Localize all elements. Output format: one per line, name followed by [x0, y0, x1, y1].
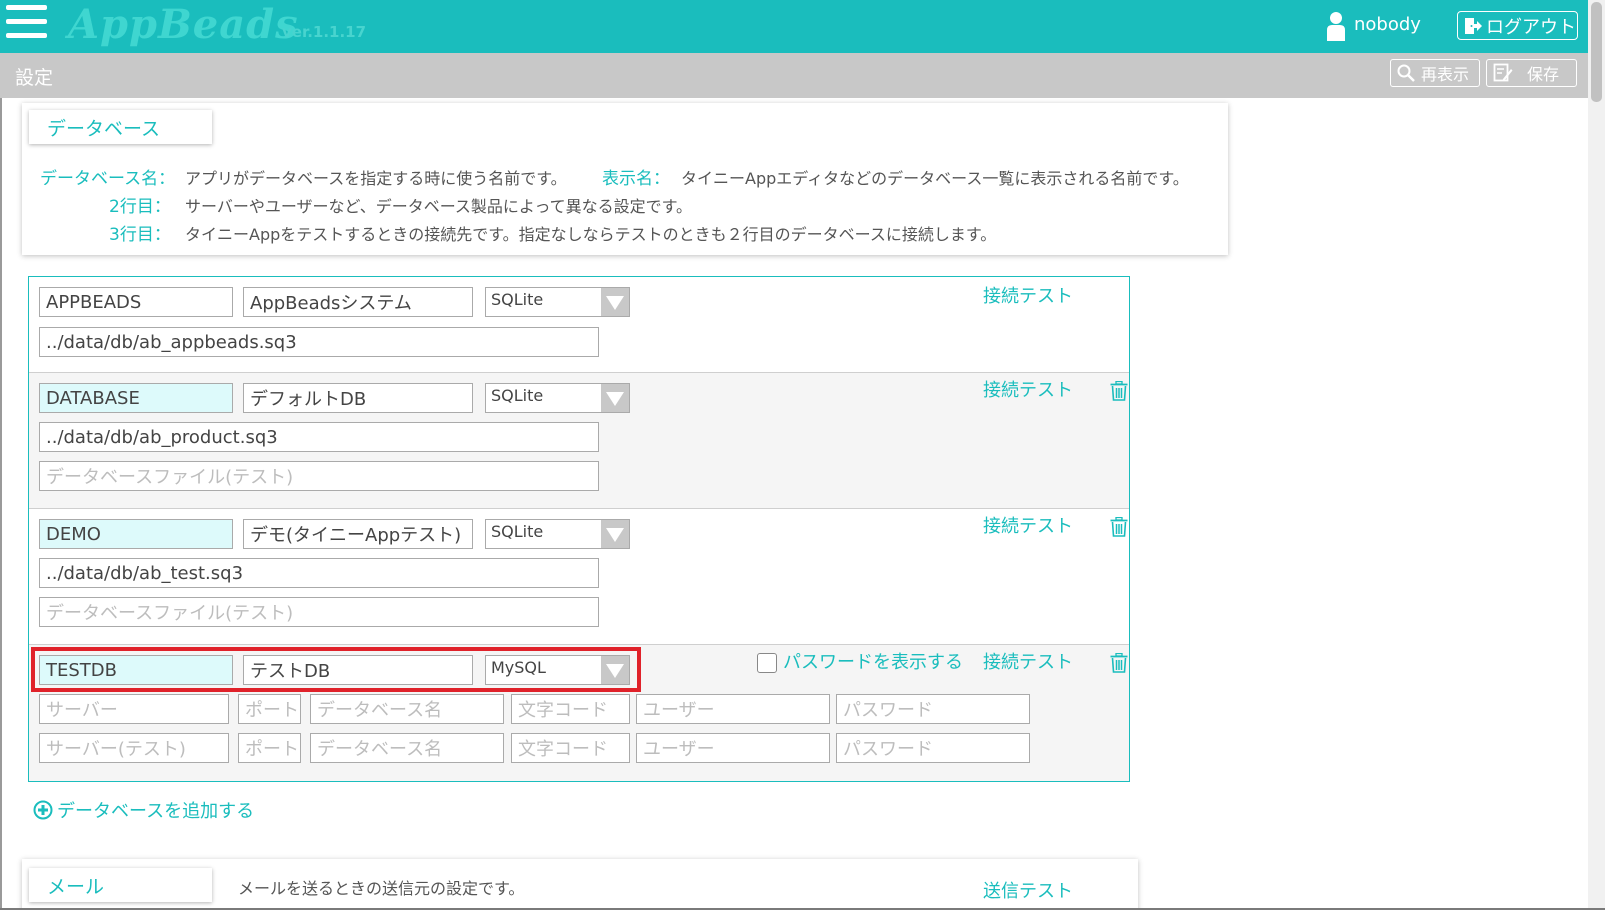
connect-test-link[interactable]: 接続テスト	[983, 512, 1073, 538]
page-scrollbar[interactable]	[1588, 0, 1605, 910]
db-name-field[interactable]: DEMO	[39, 519, 233, 549]
search-icon	[1397, 64, 1415, 82]
info-name-desc: アプリがデータベースを指定する時に使う名前です。	[185, 169, 567, 188]
reload-button[interactable]: 再表示	[1390, 59, 1480, 87]
app-version: ver.1.1.17	[282, 23, 367, 41]
user-icon	[1327, 12, 1345, 41]
charset-test-field[interactable]: 文字コード	[511, 733, 630, 763]
show-password-label[interactable]: パスワードを表示する	[783, 648, 963, 674]
page-toolbar: 設定 再表示 保存	[0, 53, 1588, 98]
connect-test-link[interactable]: 接続テスト	[983, 282, 1073, 308]
user-name: nobody	[1354, 14, 1421, 35]
info-display-key: 表示名：	[602, 169, 670, 189]
db-file-field[interactable]: ../data/db/ab_appbeads.sq3	[39, 327, 599, 357]
mail-desc: メールを送るときの送信元の設定です。	[238, 879, 525, 898]
trash-icon[interactable]	[1110, 653, 1128, 673]
logout-button[interactable]: ログアウト	[1457, 11, 1578, 40]
send-test-link[interactable]: 送信テスト	[983, 877, 1073, 903]
password-test-field[interactable]: パスワード	[836, 733, 1030, 763]
server-field[interactable]: サーバー	[39, 694, 229, 724]
trash-icon[interactable]	[1110, 517, 1128, 537]
plus-circle-icon	[33, 800, 53, 820]
info-line2-desc: サーバーやユーザーなど、データベース製品によって異なる設定です。	[185, 197, 693, 216]
info-name-key: データベース名：	[40, 169, 176, 189]
db-name-field[interactable]: DATABASE	[39, 383, 233, 413]
add-database-link[interactable]: データベースを追加する	[33, 797, 254, 823]
app-logo: AppBeads	[68, 1, 299, 48]
dropdown-arrow-icon	[601, 520, 629, 548]
connect-test-link[interactable]: 接続テスト	[983, 648, 1073, 674]
page-title: 設定	[15, 67, 54, 89]
password-field[interactable]: パスワード	[836, 694, 1030, 724]
db-type-select[interactable]: SQLite	[485, 519, 630, 549]
reload-label: 再表示	[1421, 65, 1470, 84]
db-display-field[interactable]: デモ(タイニーAppテスト)	[243, 519, 473, 549]
db-type-value: SQLite	[491, 290, 544, 309]
db-display-field[interactable]: デフォルトDB	[243, 383, 473, 413]
db-display-field[interactable]: AppBeadsシステム	[243, 287, 473, 317]
db-type-value: SQLite	[491, 522, 544, 541]
hamburger-menu-icon[interactable]	[6, 5, 47, 43]
save-label: 保存	[1527, 65, 1560, 84]
port-field[interactable]: ポート	[238, 694, 301, 724]
user-field[interactable]: ユーザー	[636, 694, 830, 724]
dbname-test-field[interactable]: データベース名	[310, 733, 504, 763]
highlight-box	[31, 647, 641, 692]
database-list: APPBEADS AppBeadsシステム SQLite 接続テスト ../da…	[28, 276, 1130, 782]
server-test-field[interactable]: サーバー(テスト)	[39, 733, 229, 763]
save-button[interactable]: 保存	[1486, 59, 1577, 87]
connect-test-link[interactable]: 接続テスト	[983, 376, 1073, 402]
mail-section-tab: メール	[29, 868, 212, 902]
info-display-desc: タイニーAppエディタなどのデータベース一覧に表示される名前です。	[681, 169, 1189, 188]
show-password-checkbox[interactable]	[757, 653, 777, 673]
logout-label: ログアウト	[1486, 16, 1576, 38]
db-type-value: SQLite	[491, 386, 544, 405]
db-type-select[interactable]: SQLite	[485, 383, 630, 413]
scrollbar-thumb[interactable]	[1591, 2, 1602, 102]
top-bar: AppBeads ver.1.1.17 nobody ログアウト	[0, 0, 1588, 53]
db-file-field[interactable]: ../data/db/ab_product.sq3	[39, 422, 599, 452]
charset-field[interactable]: 文字コード	[511, 694, 630, 724]
user-test-field[interactable]: ユーザー	[636, 733, 830, 763]
db-file-test-field[interactable]: データベースファイル(テスト)	[39, 461, 599, 491]
logout-icon	[1465, 17, 1482, 34]
database-row: APPBEADS AppBeadsシステム SQLite 接続テスト ../da…	[29, 277, 1129, 373]
db-type-select[interactable]: SQLite	[485, 287, 630, 317]
dbname-field[interactable]: データベース名	[310, 694, 504, 724]
database-row: DEMO デモ(タイニーAppテスト) SQLite 接続テスト ../data…	[29, 509, 1129, 645]
edit-icon	[1493, 63, 1513, 82]
dropdown-arrow-icon	[601, 384, 629, 412]
db-file-field[interactable]: ../data/db/ab_test.sq3	[39, 558, 599, 588]
dropdown-arrow-icon	[601, 288, 629, 316]
left-border	[0, 98, 2, 910]
database-row: DATABASE デフォルトDB SQLite 接続テスト ../data/db…	[29, 373, 1129, 509]
db-name-field[interactable]: APPBEADS	[39, 287, 233, 317]
info-line3-key: 3行目：	[109, 225, 171, 245]
add-database-label: データベースを追加する	[57, 801, 255, 822]
trash-icon[interactable]	[1110, 381, 1128, 401]
port-test-field[interactable]: ポート	[238, 733, 301, 763]
database-section-tab: データベース	[29, 110, 212, 144]
info-line2-key: 2行目：	[109, 197, 171, 217]
info-line3-desc: タイニーAppをテストするときの接続先です。指定なしならテストのときも２行目のデ…	[185, 225, 997, 244]
db-file-test-field[interactable]: データベースファイル(テスト)	[39, 597, 599, 627]
